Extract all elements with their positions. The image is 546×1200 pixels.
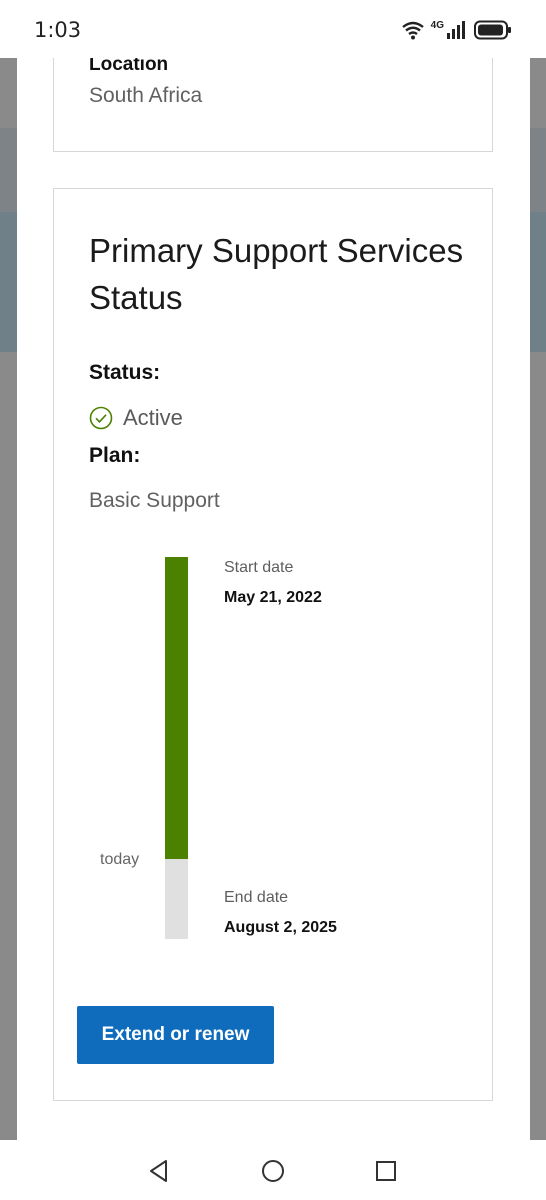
extend-or-renew-button[interactable]: Extend or renew bbox=[77, 1006, 274, 1064]
status-bar: 1:03 4G bbox=[0, 0, 546, 58]
plan-label: Plan: bbox=[89, 444, 141, 467]
status-value-row: Active bbox=[89, 405, 183, 431]
signal-icon bbox=[447, 21, 465, 39]
end-date-label: End date bbox=[224, 889, 289, 906]
check-circle-icon bbox=[89, 406, 113, 430]
back-icon[interactable] bbox=[146, 1158, 172, 1184]
card-title: Primary Support Services Status bbox=[89, 232, 464, 316]
status-icons: 4G bbox=[401, 20, 512, 40]
details-panel[interactable]: Location South Africa Primary Support Se… bbox=[17, 54, 530, 1140]
start-date-label: Start date bbox=[224, 559, 294, 576]
location-value: South Africa bbox=[89, 84, 203, 107]
recents-icon[interactable] bbox=[373, 1158, 399, 1184]
location-card: Location South Africa bbox=[53, 54, 493, 152]
network-type-label: 4G bbox=[430, 20, 444, 31]
battery-icon bbox=[474, 20, 511, 40]
start-date-value: May 21, 2022 bbox=[224, 589, 322, 606]
plan-value: Basic Support bbox=[89, 489, 220, 512]
home-icon[interactable] bbox=[260, 1158, 286, 1184]
today-marker-label: today bbox=[100, 851, 140, 868]
status-label: Status: bbox=[89, 361, 161, 384]
navigation-bar bbox=[0, 1140, 546, 1200]
clock-time: 1:03 bbox=[34, 18, 82, 42]
timeline-bar-elapsed bbox=[165, 557, 188, 859]
end-date-value: August 2, 2025 bbox=[224, 919, 337, 936]
wifi-icon bbox=[401, 21, 424, 40]
status-value: Active bbox=[123, 405, 183, 430]
support-status-card: Primary Support Services Status Status: … bbox=[53, 188, 493, 1101]
timeline-bar-track bbox=[165, 557, 188, 939]
